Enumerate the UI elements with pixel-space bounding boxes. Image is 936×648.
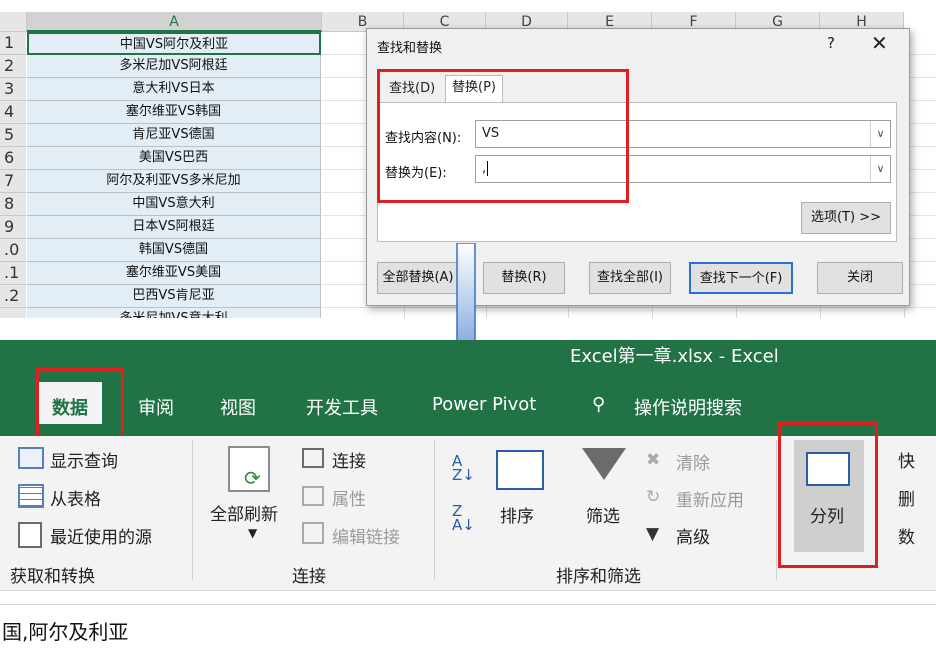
highlight-box-data-tab	[36, 368, 124, 444]
row-header[interactable]: 3	[0, 78, 26, 101]
sort-ascending-icon[interactable]: A Z↓	[452, 454, 475, 483]
cell-a[interactable]: 多米尼加VS意大利	[27, 308, 321, 318]
from-table-button[interactable]: 从表格	[50, 485, 101, 510]
cell-a[interactable]: 中国VS阿尔及利亚	[27, 32, 321, 55]
highlight-box-text-to-columns	[778, 422, 878, 568]
help-icon[interactable]: ?	[827, 34, 835, 52]
column-header-a[interactable]: A	[27, 12, 322, 32]
tab-developer[interactable]: 开发工具	[306, 394, 378, 420]
refresh-all-icon: ⟳	[228, 446, 270, 492]
filter-button[interactable]: 筛选	[586, 502, 620, 527]
row-header[interactable]: .0	[0, 239, 26, 262]
clear-button[interactable]: 清除	[676, 449, 710, 474]
row-header[interactable]: 7	[0, 170, 26, 193]
filter-icon	[582, 448, 626, 480]
group-label-connections: 连接	[292, 567, 326, 587]
row-header[interactable]: .1	[0, 262, 26, 285]
row-header[interactable]	[0, 308, 26, 318]
recent-sources-button[interactable]: 最近使用的源	[50, 523, 152, 548]
cell-a[interactable]: 中国VS意大利	[27, 193, 321, 216]
cell-a[interactable]: 塞尔维亚VS韩国	[27, 101, 321, 124]
chevron-down-icon[interactable]: ∨	[870, 121, 890, 147]
sort-button[interactable]: 排序	[500, 502, 534, 527]
data-validation-button[interactable]: 数	[898, 523, 915, 548]
connections-icon	[302, 448, 324, 468]
formula-bar-text: 国,阿尔及利亚	[2, 620, 129, 644]
properties-button[interactable]: 属性	[332, 485, 366, 510]
close-icon[interactable]: ✕	[871, 31, 888, 55]
highlight-box-replace-tab	[377, 69, 629, 203]
cell-a[interactable]: 多米尼加VS阿根廷	[27, 55, 321, 78]
cell-a[interactable]: 意大利VS日本	[27, 78, 321, 101]
clear-filter-icon: ✖	[646, 450, 661, 470]
advanced-filter-icon: ▼	[646, 524, 660, 544]
refresh-all-button[interactable]: 全部刷新	[210, 500, 278, 525]
table-icon	[18, 484, 44, 508]
row-header[interactable]: 4	[0, 101, 26, 124]
find-next-button[interactable]: 查找下一个(F)	[689, 262, 793, 294]
chevron-down-icon[interactable]: ∨	[870, 156, 890, 182]
lightbulb-icon: ⚲	[592, 394, 606, 415]
edit-links-button[interactable]: 编辑链接	[332, 523, 400, 548]
find-all-button[interactable]: 查找全部(I)	[589, 262, 671, 294]
show-queries-icon	[18, 447, 44, 469]
reapply-icon: ↻	[646, 487, 661, 507]
window-title: Excel第一章.xlsx - Excel	[570, 346, 779, 367]
properties-icon	[302, 486, 324, 506]
advanced-button[interactable]: 高级	[676, 523, 710, 548]
cell-a[interactable]: 美国VS巴西	[27, 147, 321, 170]
options-button[interactable]: 选项(T) >>	[801, 202, 891, 234]
row-header[interactable]: 2	[0, 55, 26, 78]
tab-tell-me[interactable]: 操作说明搜索	[634, 394, 742, 420]
row-header[interactable]: .2	[0, 285, 26, 308]
tab-view[interactable]: 视图	[220, 394, 256, 420]
sort-descending-icon[interactable]: Z A↓	[452, 504, 475, 533]
tab-review[interactable]: 审阅	[138, 394, 174, 420]
remove-duplicates-button[interactable]: 删	[898, 485, 915, 510]
formula-bar[interactable]	[0, 604, 936, 648]
select-all-corner[interactable]	[0, 12, 27, 32]
sort-dialog-icon	[496, 450, 544, 490]
cell-a[interactable]: 肯尼亚VS德国	[27, 124, 321, 147]
cell-a[interactable]: 巴西VS肯尼亚	[27, 285, 321, 308]
replace-button[interactable]: 替换(R)	[483, 262, 565, 294]
reapply-button[interactable]: 重新应用	[676, 486, 744, 511]
close-button[interactable]: 关闭	[817, 262, 903, 294]
connections-button[interactable]: 连接	[332, 447, 366, 472]
tab-power-pivot[interactable]: Power Pivot	[432, 394, 536, 415]
grid-row-line	[322, 307, 936, 308]
cell-a[interactable]: 阿尔及利亚VS多米尼加	[27, 170, 321, 193]
group-label-get-transform: 获取和转换	[10, 567, 95, 587]
row-header[interactable]: 5	[0, 124, 26, 147]
cell-a[interactable]: 日本VS阿根廷	[27, 216, 321, 239]
row-header[interactable]: 1	[0, 32, 26, 55]
edit-links-icon	[302, 522, 324, 544]
caret-down-icon[interactable]: ▼	[248, 526, 257, 540]
row-header[interactable]: 8	[0, 193, 26, 216]
row-header[interactable]: 9	[0, 216, 26, 239]
recent-sources-icon	[18, 522, 42, 548]
row-header[interactable]: 6	[0, 147, 26, 170]
cell-a[interactable]: 韩国VS德国	[27, 239, 321, 262]
group-label-sort-filter: 排序和筛选	[556, 567, 641, 587]
flash-fill-button[interactable]: 快	[898, 447, 915, 472]
cell-a[interactable]: 塞尔维亚VS美国	[27, 262, 321, 285]
refresh-icon: ⟳	[244, 466, 261, 490]
dialog-title: 查找和替换	[377, 41, 443, 56]
show-queries-button[interactable]: 显示查询	[50, 447, 118, 472]
